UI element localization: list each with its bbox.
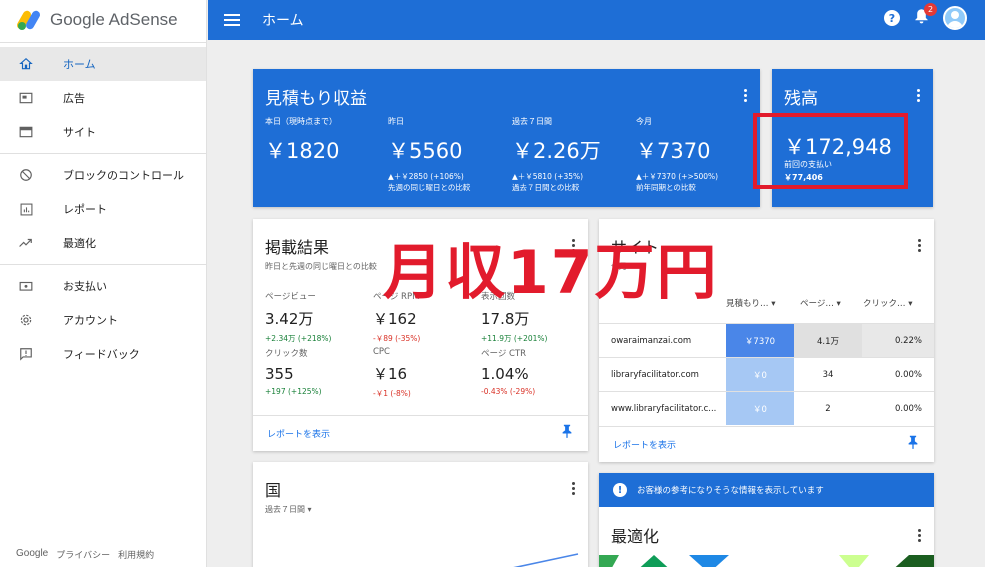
notification-badge: 2 — [924, 3, 937, 16]
monthly-income-overlay: 月収17万円 — [383, 238, 719, 308]
sidebar-item-label: レポート — [63, 203, 107, 216]
sidebar-item-label: お支払い — [63, 280, 107, 293]
notifications-bell-icon[interactable]: 2 — [914, 3, 937, 28]
comparison-dropdown[interactable]: 昨日と先週の同じ曜日との比較 — [265, 261, 377, 272]
metric-pageviews: ページビュー 3.42万 +2.34万 (+218%) — [265, 292, 332, 343]
sidebar-item-optimization[interactable]: 最適化 — [0, 226, 206, 260]
table-row[interactable]: www.libraryfacilitator.c... ￥0 2 0.00% — [599, 391, 934, 425]
info-notice: ! お客様の参考になりそうな情報を表示しています — [599, 473, 934, 507]
sidebar: Google AdSense ホーム 広告 サイト ブロックのコントロール レポ… — [0, 0, 207, 567]
help-icon[interactable]: ? — [884, 10, 900, 26]
home-icon — [18, 56, 34, 72]
terms-link[interactable]: 利用規約 — [118, 548, 154, 561]
page-title: ホーム — [262, 13, 304, 29]
sidebar-item-label: アカウント — [63, 314, 118, 327]
top-app-bar: ホーム ? 2 — [208, 0, 985, 40]
country-chart-line — [513, 553, 579, 567]
metric-clicks: クリック数 355 +197 (+125%) — [265, 349, 322, 396]
earnings-today: 本日（現時点まで） ￥1820 — [265, 117, 340, 163]
sidebar-item-ads[interactable]: 広告 — [0, 81, 206, 115]
pin-icon[interactable] — [908, 435, 918, 452]
trending-icon — [18, 235, 34, 251]
sidebar-item-label: 最適化 — [63, 237, 96, 250]
sidebar-item-feedback[interactable]: フィードバック — [0, 337, 206, 371]
pin-icon[interactable] — [562, 424, 572, 441]
avatar[interactable] — [943, 6, 967, 30]
menu-icon[interactable] — [224, 11, 240, 29]
country-card: 国 過去７日間 ▾ — [253, 462, 588, 567]
earnings-last7: 過去７日間 ￥2.26万 ▲＋￥5810 (+35%) 過去７日間との比較 — [512, 117, 601, 192]
table-row[interactable]: owaraimanzai.com ￥7370 4.1万 0.22% — [599, 323, 934, 357]
sidebar-item-home[interactable]: ホーム — [0, 47, 206, 81]
privacy-link[interactable]: プライバシー — [56, 548, 110, 561]
col-header-ctr[interactable]: クリック… ▾ — [863, 297, 912, 309]
report-icon — [18, 201, 34, 217]
more-vert-icon[interactable] — [918, 527, 922, 544]
optimization-card: ! お客様の参考になりそうな情報を表示しています 最適化 — [599, 473, 934, 567]
highlight-box — [753, 113, 908, 189]
balance-title: 残高 — [784, 89, 818, 109]
sidebar-item-label: サイト — [63, 126, 96, 139]
google-brand: Google — [16, 548, 49, 559]
optimization-illustration — [599, 555, 934, 567]
gear-icon — [18, 312, 34, 328]
sidebar-footer: Google プライバシー 利用規約 — [16, 548, 154, 561]
sidebar-item-label: ホーム — [63, 58, 96, 71]
more-vert-icon[interactable] — [917, 87, 921, 104]
more-vert-icon[interactable] — [572, 480, 576, 497]
info-icon: ! — [613, 483, 627, 497]
sidebar-item-sites[interactable]: サイト — [0, 115, 206, 149]
adsense-logo-icon — [15, 9, 42, 31]
country-range-dropdown[interactable]: 過去７日間 ▾ — [265, 504, 312, 515]
estimated-earnings-title: 見積もり収益 — [265, 89, 367, 109]
more-vert-icon[interactable] — [744, 87, 748, 104]
view-report-link[interactable]: レポートを表示 — [599, 426, 934, 462]
sidebar-item-label: フィードバック — [63, 348, 140, 361]
optimization-title: 最適化 — [611, 527, 660, 546]
sidebar-item-reports[interactable]: レポート — [0, 192, 206, 226]
adsense-logo[interactable]: Google AdSense — [0, 0, 206, 40]
country-title: 国 — [265, 481, 282, 500]
earnings-this-month: 今月 ￥7370 ▲＋￥7370 (+>500%) 前年同期との比較 — [636, 117, 719, 192]
ads-icon — [18, 90, 34, 106]
col-header-pageviews[interactable]: ページ… ▾ — [800, 297, 841, 309]
block-icon — [18, 167, 34, 183]
sidebar-item-payments[interactable]: お支払い — [0, 269, 206, 303]
view-report-link[interactable]: レポートを表示 — [253, 415, 588, 451]
sidebar-item-label: ブロックのコントロール — [63, 169, 184, 182]
estimated-earnings-card: 見積もり収益 本日（現時点まで） ￥1820 昨日 ￥5560 ▲＋￥2850 … — [253, 69, 760, 207]
sidebar-item-label: 広告 — [63, 92, 85, 105]
feedback-icon — [18, 346, 34, 362]
logo-text: Google AdSense — [50, 10, 178, 29]
sidebar-item-block-controls[interactable]: ブロックのコントロール — [0, 158, 206, 192]
payment-icon — [18, 278, 34, 294]
sidebar-item-account[interactable]: アカウント — [0, 303, 206, 337]
performance-title: 掲載結果 — [265, 238, 330, 257]
sites-icon — [18, 124, 34, 140]
table-row[interactable]: libraryfacilitator.com ￥0 34 0.00% — [599, 357, 934, 391]
col-header-revenue[interactable]: 見積もり… ▾ — [726, 297, 775, 309]
earnings-yesterday: 昨日 ￥5560 ▲＋￥2850 (+106%) 先週の同じ曜日との比較 — [388, 117, 471, 192]
metric-cpc: CPC ￥16 -￥1 (-8%) — [373, 347, 411, 398]
metric-page-ctr: ページ CTR 1.04% -0.43% (-29%) — [481, 349, 536, 396]
more-vert-icon[interactable] — [918, 237, 922, 254]
